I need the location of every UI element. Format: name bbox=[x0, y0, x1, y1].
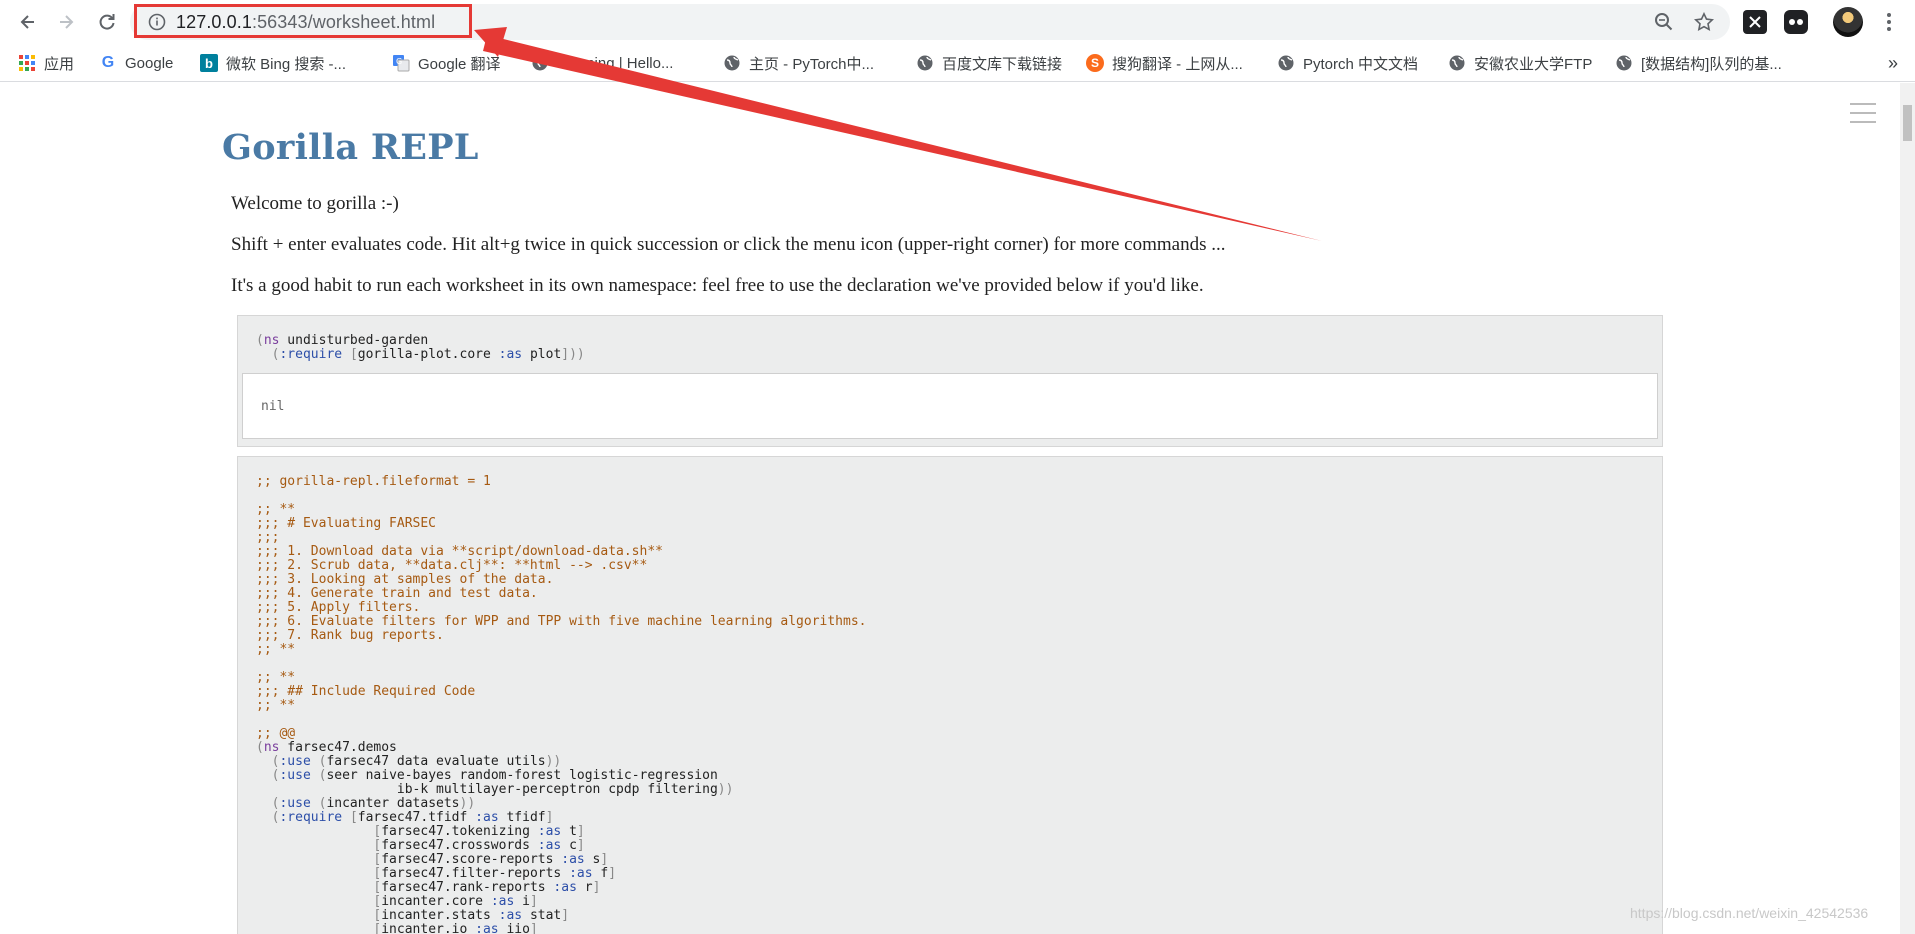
cell-code[interactable]: (ns undisturbed-garden (:require [gorill… bbox=[256, 334, 585, 362]
worksheet-page: Gorilla REPL Welcome to gorilla :-) Shif… bbox=[0, 83, 1915, 934]
bookmark-google[interactable]: G Google bbox=[99, 52, 174, 74]
bookmark-ahau-ftp[interactable]: 安徽农业大学FTP bbox=[1448, 52, 1592, 74]
reload-button[interactable] bbox=[93, 8, 121, 36]
extension-dots-icon[interactable] bbox=[1784, 10, 1808, 34]
bookmark-google-translate[interactable]: G Google 翻译 bbox=[392, 52, 501, 74]
sogou-icon: S bbox=[1086, 54, 1104, 72]
globe-icon bbox=[1448, 54, 1466, 72]
globe-icon bbox=[531, 54, 549, 72]
bookmark-sogou[interactable]: S 搜狗翻译 - 上网从... bbox=[1086, 52, 1243, 74]
bookmark-pytorch-docs[interactable]: Pytorch 中文文档 bbox=[1277, 52, 1418, 74]
bookmark-label: 微软 Bing 搜索 -... bbox=[226, 55, 347, 73]
cell-code[interactable]: ;; gorilla-repl.fileformat = 1 ;; ** ;;;… bbox=[256, 475, 866, 934]
bookmark-label: Pytorch 中文文档 bbox=[1303, 55, 1419, 73]
bookmark-label: [数据结构]队列的基... bbox=[1641, 55, 1782, 73]
extension-x-icon[interactable] bbox=[1743, 10, 1767, 34]
zoom-icon[interactable] bbox=[1654, 12, 1674, 32]
page-scrollbar[interactable] bbox=[1900, 83, 1915, 934]
bookmark-label: 百度文库下载链接 bbox=[942, 55, 1063, 73]
code-cell[interactable]: (ns undisturbed-garden (:require [gorill… bbox=[237, 315, 1663, 447]
back-button[interactable] bbox=[14, 8, 42, 36]
globe-icon bbox=[1277, 54, 1295, 72]
bookmark-bing[interactable]: b 微软 Bing 搜索 -... bbox=[200, 52, 346, 74]
bookmark-label: Manning | Hello... bbox=[557, 54, 674, 72]
globe-icon bbox=[723, 54, 741, 72]
bookmark-label: 安徽农业大学FTP bbox=[1474, 55, 1593, 73]
forward-button[interactable] bbox=[52, 8, 80, 36]
welcome-text: Welcome to gorilla :-) bbox=[231, 193, 399, 214]
svg-text:G: G bbox=[396, 57, 402, 66]
bookmark-baidu-wenku[interactable]: 百度文库下载链接 bbox=[916, 52, 1062, 74]
bookmark-apps[interactable]: 应用 bbox=[18, 52, 74, 74]
back-icon bbox=[20, 15, 34, 29]
page-title: Gorilla REPL bbox=[222, 127, 479, 168]
google-icon: G bbox=[101, 54, 115, 71]
kebab-menu-icon[interactable] bbox=[1884, 10, 1894, 34]
apps-grid-icon bbox=[18, 54, 36, 72]
bookmarks-overflow-button[interactable]: » bbox=[1888, 52, 1898, 74]
star-icon[interactable] bbox=[1694, 12, 1714, 32]
code-cell[interactable]: ;; gorilla-repl.fileformat = 1 ;; ** ;;;… bbox=[237, 456, 1663, 934]
bookmark-label: 搜狗翻译 - 上网从... bbox=[1112, 55, 1243, 73]
globe-icon bbox=[1615, 54, 1633, 72]
bookmark-label: Google 翻译 bbox=[418, 55, 501, 73]
bing-icon: b bbox=[200, 54, 218, 72]
help-text: Shift + enter evaluates code. Hit alt+g … bbox=[231, 234, 1226, 255]
bookmark-label: Google bbox=[125, 54, 174, 72]
bookmark-label: 应用 bbox=[44, 55, 75, 73]
bookmark-label: 主页 - PyTorch中... bbox=[749, 55, 875, 73]
bookmark-manning[interactable]: Manning | Hello... bbox=[531, 52, 673, 74]
cell-output: nil bbox=[242, 373, 1658, 439]
bookmark-data-structure[interactable]: [数据结构]队列的基... bbox=[1615, 52, 1782, 74]
worksheet-menu-icon[interactable] bbox=[1850, 103, 1876, 129]
bookmarks-bar: 应用 G Google b 微软 Bing 搜索 -... G Google 翻… bbox=[0, 44, 1915, 82]
bookmark-pytorch-home[interactable]: 主页 - PyTorch中... bbox=[723, 52, 874, 74]
output-value: nil bbox=[261, 399, 285, 414]
globe-icon bbox=[916, 54, 934, 72]
namespace-tip-text: It's a good habit to run each worksheet … bbox=[231, 275, 1204, 296]
scrollbar-thumb[interactable] bbox=[1903, 105, 1912, 141]
avatar[interactable] bbox=[1833, 7, 1863, 37]
translate-icon: G bbox=[392, 54, 410, 72]
reload-icon bbox=[99, 14, 115, 30]
forward-icon bbox=[60, 15, 74, 29]
watermark: https://blog.csdn.net/weixin_42542536 bbox=[1630, 905, 1869, 921]
annotation-highlight-box bbox=[134, 4, 472, 38]
